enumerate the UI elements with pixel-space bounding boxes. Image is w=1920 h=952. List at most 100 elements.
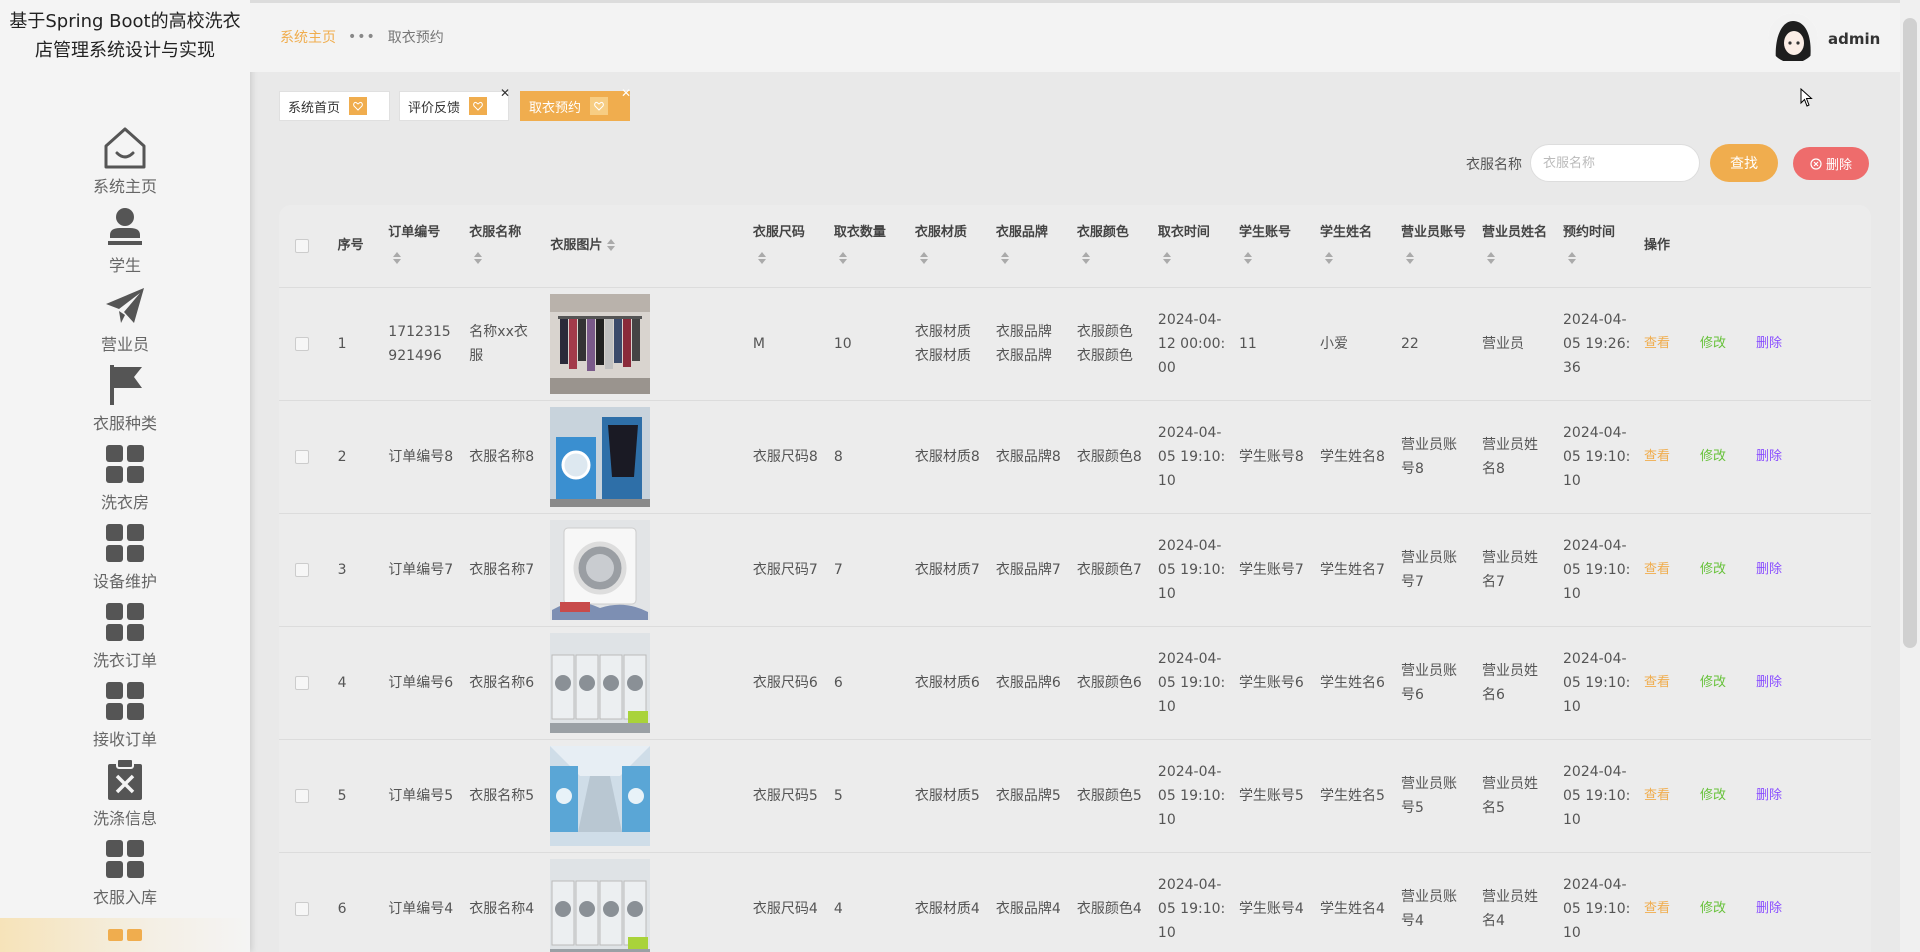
delete-link[interactable]: 删除 — [1756, 675, 1782, 690]
cell-order: 订单编号5 — [388, 787, 454, 804]
column-header-4[interactable]: 衣服尺码 — [747, 205, 828, 287]
tab-feedback[interactable]: 评价反馈 ✕ — [399, 86, 510, 121]
column-header-9[interactable]: 取衣时间 — [1152, 205, 1233, 287]
cell-clerk_acct: 营业员账号5 — [1400, 775, 1457, 816]
edit-link[interactable]: 修改 — [1700, 445, 1756, 469]
row-checkbox[interactable] — [295, 336, 309, 351]
sidebar-item-1[interactable]: 学生 — [0, 204, 250, 283]
sidebar-item-6[interactable]: 洗衣订单 — [0, 599, 250, 678]
tab-home[interactable]: 系统首页 — [279, 91, 390, 121]
scrollbar-thumb[interactable] — [1903, 18, 1917, 648]
row-checkbox[interactable] — [295, 449, 309, 464]
find-button[interactable]: 查找 — [1710, 144, 1778, 182]
row-checkbox[interactable] — [295, 562, 309, 577]
column-header-3[interactable]: 衣服图片 — [544, 205, 747, 287]
sort-icon[interactable] — [1162, 251, 1172, 265]
view-link[interactable]: 查看 — [1644, 332, 1700, 356]
view-link[interactable]: 查看 — [1644, 784, 1700, 808]
sort-icon[interactable] — [1243, 251, 1253, 265]
column-header-2[interactable]: 衣服名称 — [463, 205, 544, 287]
column-header-7[interactable]: 衣服品牌 — [990, 205, 1071, 287]
sort-icon[interactable] — [1081, 251, 1091, 265]
column-header-6[interactable]: 衣服材质 — [909, 205, 990, 287]
breadcrumb-home[interactable]: 系统主页 — [280, 27, 336, 47]
sidebar-item-2[interactable]: 营业员 — [0, 283, 250, 362]
column-header-10[interactable]: 学生账号 — [1233, 205, 1314, 287]
sidebar-item-5[interactable]: 设备维护 — [0, 520, 250, 599]
delete-link[interactable]: 删除 — [1756, 788, 1782, 803]
column-header-14[interactable]: 预约时间 — [1557, 205, 1638, 287]
sort-icon[interactable] — [1486, 251, 1496, 265]
clothing-image[interactable] — [550, 745, 741, 846]
batch-delete-button[interactable]: 删除 — [1793, 147, 1869, 180]
view-link[interactable]: 查看 — [1644, 445, 1700, 469]
column-header-5[interactable]: 取衣数量 — [828, 205, 909, 287]
row-checkbox[interactable] — [295, 788, 309, 803]
cell-stu_acct: 学生账号7 — [1238, 561, 1304, 578]
cell-stu_name: 学生姓名4 — [1319, 900, 1385, 917]
sort-icon[interactable] — [606, 238, 616, 252]
sidebar: 基于Spring Boot的高校洗衣店管理系统设计与实现 系统主页 学生 营业员 衣服… — [0, 0, 250, 952]
sidebar-item-7[interactable]: 接收订单 — [0, 678, 250, 757]
row-checkbox[interactable] — [295, 901, 309, 916]
sort-icon[interactable] — [757, 251, 767, 265]
clothing-image[interactable] — [550, 293, 741, 394]
sort-icon[interactable] — [838, 251, 848, 265]
sort-icon[interactable] — [1405, 251, 1415, 265]
close-icon[interactable]: ✕ — [500, 86, 510, 100]
cell-brand: 衣服品牌7 — [995, 561, 1061, 578]
row-checkbox[interactable] — [295, 675, 309, 690]
edit-link[interactable]: 修改 — [1700, 332, 1756, 356]
cell-material: 衣服材质4 — [914, 900, 980, 917]
column-header-label: 营业员姓名 — [1481, 224, 1547, 240]
column-header-12[interactable]: 营业员账号 — [1395, 205, 1476, 287]
search-input[interactable] — [1530, 144, 1700, 182]
cell-stu_name: 小爱 — [1319, 335, 1348, 352]
clothing-image[interactable] — [550, 406, 741, 507]
cell-name: 衣服名称7 — [469, 561, 535, 578]
view-link[interactable]: 查看 — [1644, 671, 1700, 695]
sidebar-item-9[interactable]: 衣服入库 — [0, 836, 250, 915]
column-header-11[interactable]: 学生姓名 — [1314, 205, 1395, 287]
edit-link[interactable]: 修改 — [1700, 784, 1756, 808]
cell-idx: 2 — [337, 448, 347, 465]
delete-link[interactable]: 删除 — [1756, 336, 1782, 351]
clothing-image[interactable] — [550, 632, 741, 733]
sidebar-item-8[interactable]: 洗涤信息 — [0, 757, 250, 836]
view-link[interactable]: 查看 — [1644, 897, 1700, 921]
column-header-8[interactable]: 衣服颜色 — [1071, 205, 1152, 287]
sort-icon[interactable] — [392, 251, 402, 265]
clothing-image[interactable] — [550, 858, 741, 952]
delete-link[interactable]: 删除 — [1756, 449, 1782, 464]
clothing-image[interactable] — [550, 519, 741, 620]
sidebar-item-0[interactable]: 系统主页 — [0, 125, 250, 204]
edit-link[interactable]: 修改 — [1700, 671, 1756, 695]
sidebar-item-label: 设备维护 — [92, 572, 157, 591]
table-row: 2 订单编号8 衣服名称8 衣服尺码8 8 衣服材质8 衣服品牌8 衣服颜色8 2024-04-… — [279, 400, 1871, 513]
delete-link[interactable]: 删除 — [1756, 562, 1782, 577]
username[interactable]: admin — [1828, 30, 1880, 48]
tab-pickup-reservation[interactable]: 取衣预约 ✕ — [520, 86, 631, 121]
avatar[interactable] — [1768, 13, 1818, 63]
sort-icon[interactable] — [473, 251, 483, 265]
column-header-13[interactable]: 营业员姓名 — [1476, 205, 1557, 287]
sidebar-item-4[interactable]: 洗衣房 — [0, 441, 250, 520]
cell-name: 衣服名称4 — [469, 900, 535, 917]
sort-icon[interactable] — [1567, 251, 1577, 265]
sidebar-item-active-partial[interactable] — [0, 918, 250, 952]
column-header-1[interactable]: 订单编号 — [382, 205, 463, 287]
edit-link[interactable]: 修改 — [1700, 558, 1756, 582]
sort-icon[interactable] — [919, 251, 929, 265]
delete-link[interactable]: 删除 — [1756, 901, 1782, 916]
edit-link[interactable]: 修改 — [1700, 897, 1756, 921]
column-header-label: 操作 — [1644, 237, 1671, 253]
cell-actions: 查看 修改 删除 — [1638, 400, 1871, 513]
select-all-checkbox[interactable] — [295, 238, 309, 253]
sidebar-item-3[interactable]: 衣服种类 — [0, 362, 250, 441]
cell-qty: 7 — [833, 561, 843, 578]
sort-icon[interactable] — [1324, 251, 1334, 265]
view-link[interactable]: 查看 — [1644, 558, 1700, 582]
column-header-label: 衣服尺码 — [752, 224, 805, 240]
close-icon[interactable]: ✕ — [621, 86, 631, 100]
sort-icon[interactable] — [1000, 251, 1010, 265]
